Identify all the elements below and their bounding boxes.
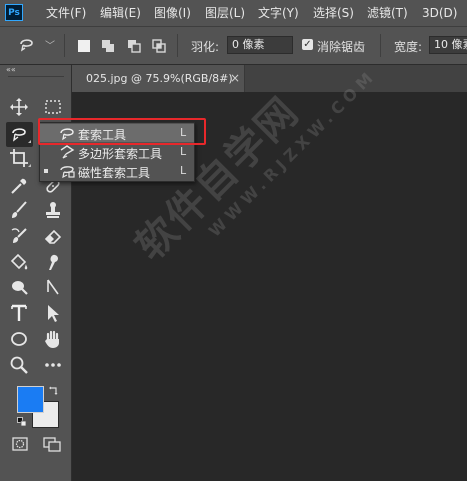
width-label: 宽度: bbox=[394, 40, 423, 54]
collapse-icon[interactable]: «« bbox=[6, 65, 16, 74]
dodge-icon[interactable] bbox=[9, 277, 29, 297]
width-input[interactable]: 10 像素 bbox=[429, 36, 467, 54]
path-select-icon[interactable] bbox=[43, 303, 63, 323]
stamp-icon[interactable] bbox=[43, 200, 63, 220]
marquee-icon[interactable] bbox=[43, 97, 63, 117]
menu-edit[interactable]: 编辑(E) bbox=[100, 5, 141, 21]
menu-file[interactable]: 文件(F) bbox=[46, 5, 86, 21]
flyout-item-label: 磁性套索工具 bbox=[78, 166, 151, 180]
brush-icon[interactable] bbox=[9, 200, 29, 220]
hand-icon[interactable] bbox=[43, 329, 63, 349]
menu-image[interactable]: 图像(I) bbox=[154, 5, 191, 21]
move-icon[interactable] bbox=[9, 97, 29, 117]
foreground-color-swatch[interactable] bbox=[17, 386, 44, 413]
more-icon[interactable] bbox=[43, 355, 63, 375]
feather-input[interactable]: 0 像素 bbox=[227, 36, 293, 54]
menu-layer[interactable]: 图层(L) bbox=[205, 5, 245, 21]
flyout-item-magnetic-lasso[interactable]: 磁性套索工具 L bbox=[40, 162, 194, 180]
flyout-item-shortcut: L bbox=[180, 164, 187, 177]
flyout-item-shortcut: L bbox=[180, 145, 187, 158]
ellipse-icon[interactable] bbox=[9, 329, 29, 349]
menu-3d[interactable]: 3D(D) bbox=[422, 5, 457, 21]
polygonal-lasso-icon bbox=[58, 144, 76, 160]
magnetic-lasso-icon bbox=[58, 163, 76, 179]
crop-icon[interactable] bbox=[9, 148, 29, 168]
highlight-box bbox=[38, 118, 206, 145]
menu-bar: Ps 文件(F) 编辑(E) 图像(I) 图层(L) 文字(Y) 选择(S) 滤… bbox=[0, 0, 467, 27]
bucket-icon[interactable] bbox=[9, 252, 29, 272]
close-icon[interactable]: × bbox=[230, 71, 240, 85]
default-colors-icon[interactable] bbox=[17, 416, 27, 427]
screen-mode-icon[interactable] bbox=[42, 434, 62, 454]
lasso-preset-icon[interactable] bbox=[17, 35, 37, 55]
menu-type[interactable]: 文字(Y) bbox=[258, 5, 299, 21]
flyout-item-label: 多边形套索工具 bbox=[78, 147, 163, 161]
type-icon[interactable] bbox=[9, 303, 29, 323]
chevron-down-icon[interactable]: ﹀ bbox=[45, 37, 55, 52]
document-tab-title: 025.jpg @ 75.9%(RGB/8#) bbox=[86, 72, 233, 85]
pen-icon[interactable] bbox=[43, 277, 63, 297]
current-tool-bullet bbox=[44, 169, 48, 173]
quick-mask-icon[interactable] bbox=[10, 434, 30, 454]
options-bar: ﹀ 羽化: 0 像素 ✓ 消除锯齿 宽度: 10 像素 bbox=[0, 27, 467, 65]
new-selection-button[interactable] bbox=[77, 39, 91, 53]
eyedropper-icon[interactable] bbox=[9, 176, 29, 196]
flyout-item-polygonal-lasso[interactable]: 多边形套索工具 L bbox=[40, 143, 194, 161]
subtract-selection-button[interactable] bbox=[127, 39, 141, 53]
add-selection-button[interactable] bbox=[101, 39, 115, 53]
swap-colors-icon[interactable] bbox=[48, 385, 58, 395]
menu-select[interactable]: 选择(S) bbox=[313, 5, 354, 21]
history-brush-icon[interactable] bbox=[9, 226, 29, 246]
lasso-icon[interactable] bbox=[9, 124, 29, 144]
photoshop-logo-icon[interactable]: Ps bbox=[5, 4, 23, 21]
intersect-selection-button[interactable] bbox=[152, 39, 166, 53]
document-tab[interactable]: 025.jpg @ 75.9%(RGB/8#) × bbox=[72, 65, 245, 92]
smudge-icon[interactable] bbox=[43, 252, 63, 272]
menu-filter[interactable]: 滤镜(T) bbox=[367, 5, 408, 21]
eraser-icon[interactable] bbox=[43, 226, 63, 246]
zoom-icon[interactable] bbox=[9, 355, 29, 375]
feather-label: 羽化: bbox=[191, 40, 220, 54]
